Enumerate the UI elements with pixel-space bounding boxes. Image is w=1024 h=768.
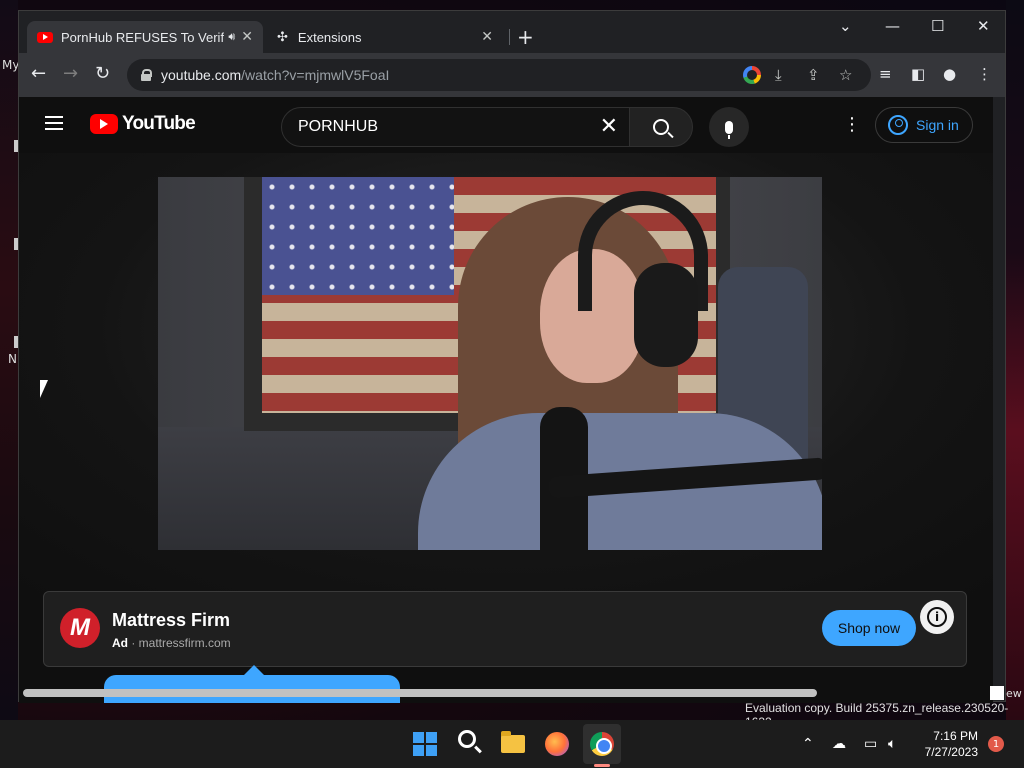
youtube-favicon-icon (37, 31, 53, 43)
clear-search-icon[interactable]: ✕ (600, 114, 618, 139)
tab-title: PornHub REFUSES To Verify A (61, 29, 225, 45)
url-text[interactable]: youtube.com/watch?v=mjmwlV5FoaI (161, 67, 389, 83)
browser-window: PornHub REFUSES To Verify A 🔊︎ ✕ ✣ Exten… (18, 10, 1006, 703)
start-windows-icon[interactable] (413, 732, 437, 756)
sign-in-button[interactable]: Sign in (875, 107, 973, 143)
desktop-edge-text: ew (1006, 687, 1022, 700)
search-icon[interactable] (458, 730, 476, 748)
tab-separator (509, 29, 510, 45)
mouse-cursor-icon (40, 380, 48, 398)
advertiser-name[interactable]: Mattress Firm (112, 610, 230, 631)
search-box[interactable]: ✕ (281, 107, 631, 147)
youtube-wordmark: YouTube (122, 113, 196, 134)
youtube-logo[interactable]: YouTube (90, 113, 196, 135)
video-player[interactable] (158, 177, 822, 550)
search-icon (653, 119, 669, 135)
firefox-icon[interactable] (545, 732, 569, 756)
network-icon[interactable]: ▭ (864, 736, 877, 752)
profile-icon[interactable]: ● (943, 65, 956, 83)
desktop-label-n: N (8, 352, 17, 366)
info-icon: i (927, 607, 947, 627)
close-tab-icon[interactable]: ✕ (481, 29, 493, 45)
tab-search-chevron-icon[interactable]: ⌄ (839, 17, 852, 35)
install-app-icon[interactable]: ⤓ (775, 66, 782, 84)
desktop-background-right (1006, 0, 1024, 720)
share-icon[interactable]: ⇪ (807, 66, 820, 84)
reload-button[interactable]: ↻ (95, 63, 110, 84)
settings-more-icon[interactable]: ⋮ (843, 115, 861, 135)
video-flag-stars (262, 177, 454, 295)
bookmark-star-icon[interactable]: ☆ (839, 66, 852, 84)
volume-icon[interactable]: 🔈︎ (888, 736, 896, 752)
close-window-button[interactable]: ✕ (977, 17, 990, 35)
ad-label: Ad (112, 636, 128, 650)
tab-youtube-video[interactable]: PornHub REFUSES To Verify A 🔊︎ ✕ (27, 21, 263, 53)
clock-date: 7/27/2023 (924, 745, 978, 759)
ad-domain[interactable]: mattressfirm.com (139, 636, 231, 650)
chrome-icon[interactable] (590, 732, 614, 756)
forward-button[interactable]: → (63, 63, 78, 84)
horizontal-scrollbar[interactable] (23, 689, 817, 697)
clock-time: 7:16 PM (933, 729, 978, 743)
youtube-page: YouTube ✕ ⋮ Sign in (19, 97, 993, 703)
sign-in-label: Sign in (916, 117, 959, 133)
puzzle-icon: ✣ (277, 29, 288, 45)
shop-now-button[interactable]: Shop now (822, 610, 916, 646)
speaker-icon[interactable]: 🔊︎ (228, 30, 235, 44)
show-hidden-icons-chevron-icon[interactable]: ⌃ (802, 736, 814, 752)
guide-menu-icon[interactable] (45, 116, 63, 130)
taskbar-clock[interactable]: 7:16 PM 7/27/2023 (916, 728, 978, 760)
minimize-button[interactable]: — (885, 17, 900, 35)
address-bar[interactable]: youtube.com/watch?v=mjmwlV5FoaI ⤓ ⇪ ☆ (127, 59, 871, 91)
tab-strip: PornHub REFUSES To Verify A 🔊︎ ✕ ✣ Exten… (19, 11, 1005, 53)
lock-icon[interactable] (141, 69, 152, 81)
url-path: /watch?v=mjmwlV5FoaI (241, 67, 390, 83)
voice-search-button[interactable] (709, 107, 749, 147)
desktop-label-my: My (2, 58, 20, 72)
ad-info-button[interactable]: i (920, 600, 954, 634)
tab-extensions[interactable]: ✣ Extensions ✕ (267, 21, 503, 53)
url-host: youtube.com (161, 67, 242, 83)
search-input[interactable] (298, 118, 588, 136)
microphone-icon (725, 120, 733, 139)
youtube-header: YouTube ✕ ⋮ Sign in (19, 97, 993, 153)
ad-meta: Ad · mattressfirm.com (112, 636, 231, 650)
video-headphones-cup (634, 263, 698, 367)
browser-toolbar: ← → ↻ youtube.com/watch?v=mjmwlV5FoaI ⤓ … (19, 53, 1005, 97)
youtube-play-icon (90, 114, 118, 134)
file-explorer-icon[interactable] (501, 731, 525, 753)
onedrive-cloud-icon[interactable]: ☁ (832, 736, 846, 752)
account-icon (888, 115, 908, 135)
back-button[interactable]: ← (31, 63, 46, 84)
notification-badge[interactable]: 1 (988, 736, 1004, 752)
ad-card[interactable]: M Mattress Firm Ad · mattressfirm.com Sh… (43, 591, 967, 667)
active-app-indicator (594, 764, 610, 767)
close-tab-icon[interactable]: ✕ (241, 29, 253, 45)
side-panel-icon[interactable]: ◧ (911, 65, 925, 83)
advertiser-logo[interactable]: M (60, 608, 100, 648)
search-button[interactable] (629, 107, 693, 147)
maximize-button[interactable]: ☐ (931, 17, 944, 35)
chrome-menu-icon[interactable]: ⋮ (977, 65, 992, 83)
google-lens-icon[interactable] (743, 66, 761, 84)
taskbar: ⌃ ☁ ▭ 🔈︎ 7:16 PM 7/27/2023 1 (0, 720, 1024, 768)
desktop-white-square (990, 686, 1004, 700)
new-tab-button[interactable]: + (517, 25, 534, 49)
media-controls-icon[interactable]: ≡ (879, 65, 892, 83)
tab-title: Extensions (297, 29, 362, 45)
